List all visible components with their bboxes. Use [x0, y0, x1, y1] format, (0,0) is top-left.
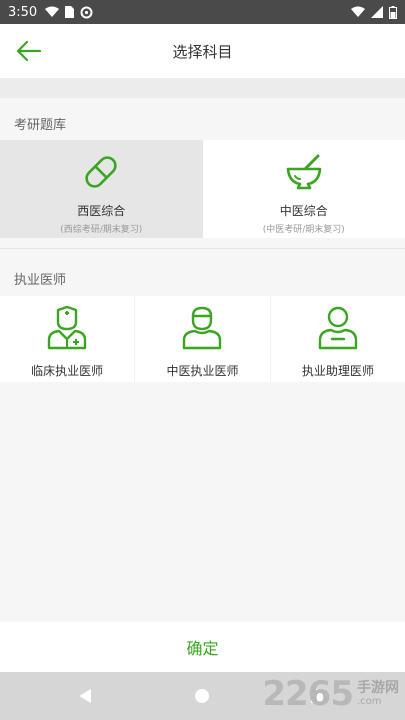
mortar-pestle-icon	[286, 154, 322, 190]
subject-subtitle: (中医考研/期末复习)	[262, 225, 345, 235]
subject-name: 西医综合	[77, 204, 126, 218]
section-label-license: 执业医师	[14, 273, 67, 288]
battery-icon	[389, 5, 397, 19]
page-title: 选择科目	[172, 42, 233, 61]
exam-subject-row: 西医综合 (西综考研/期末复习) 中医综合 (中医考研/期末复习)	[0, 140, 405, 238]
subject-name: 临床执业医师	[31, 364, 104, 378]
doctor-icon	[47, 305, 87, 350]
subject-tcm-physician[interactable]: 中医执业医师	[135, 296, 271, 382]
subject-card-tcm[interactable]: 中医综合 (中医考研/期末复习)	[202, 140, 405, 238]
subject-clinical-physician[interactable]: 临床执业医师	[0, 296, 136, 382]
nav-home-icon[interactable]	[194, 688, 210, 704]
status-time: 3:50	[8, 4, 38, 20]
section-label-exam: 考研题库	[14, 118, 67, 133]
confirm-button[interactable]: 确定	[0, 622, 405, 672]
watermark-domain: .com	[357, 696, 382, 708]
back-arrow-icon[interactable]	[14, 39, 42, 63]
subject-name: 中医执业医师	[166, 364, 239, 378]
pill-icon	[85, 156, 117, 188]
subject-assistant-physician[interactable]: 执业助理医师	[271, 296, 405, 382]
wifi-question-icon	[45, 6, 60, 17]
assistant-icon	[318, 306, 358, 350]
wifi-icon	[351, 6, 365, 17]
subject-card-western[interactable]: 西医综合 (西综考研/期末复习)	[0, 140, 203, 238]
status-bar: 3:50	[0, 0, 405, 24]
spacer	[0, 78, 405, 98]
watermark-logo: 2265 手游网 .com	[262, 674, 399, 714]
subject-name: 执业助理医师	[301, 364, 374, 378]
system-nav-bar: 2265 手游网 .com	[0, 672, 405, 720]
physician-icon	[183, 306, 222, 350]
license-subject-row: 临床执业医师 中医执业医师 执业助理医师	[0, 296, 405, 382]
watermark-cn: 手游网	[357, 679, 399, 696]
section-divider	[0, 248, 405, 249]
subject-name: 中医综合	[279, 204, 328, 218]
subject-subtitle: (西综考研/期末复习)	[60, 225, 143, 235]
app-bar: 选择科目	[0, 24, 405, 78]
watermark-number: 2265	[262, 674, 354, 714]
signal-icon	[371, 6, 383, 18]
sim-card-icon	[65, 6, 75, 18]
nav-back-icon[interactable]	[78, 688, 92, 704]
sync-icon	[80, 6, 93, 18]
